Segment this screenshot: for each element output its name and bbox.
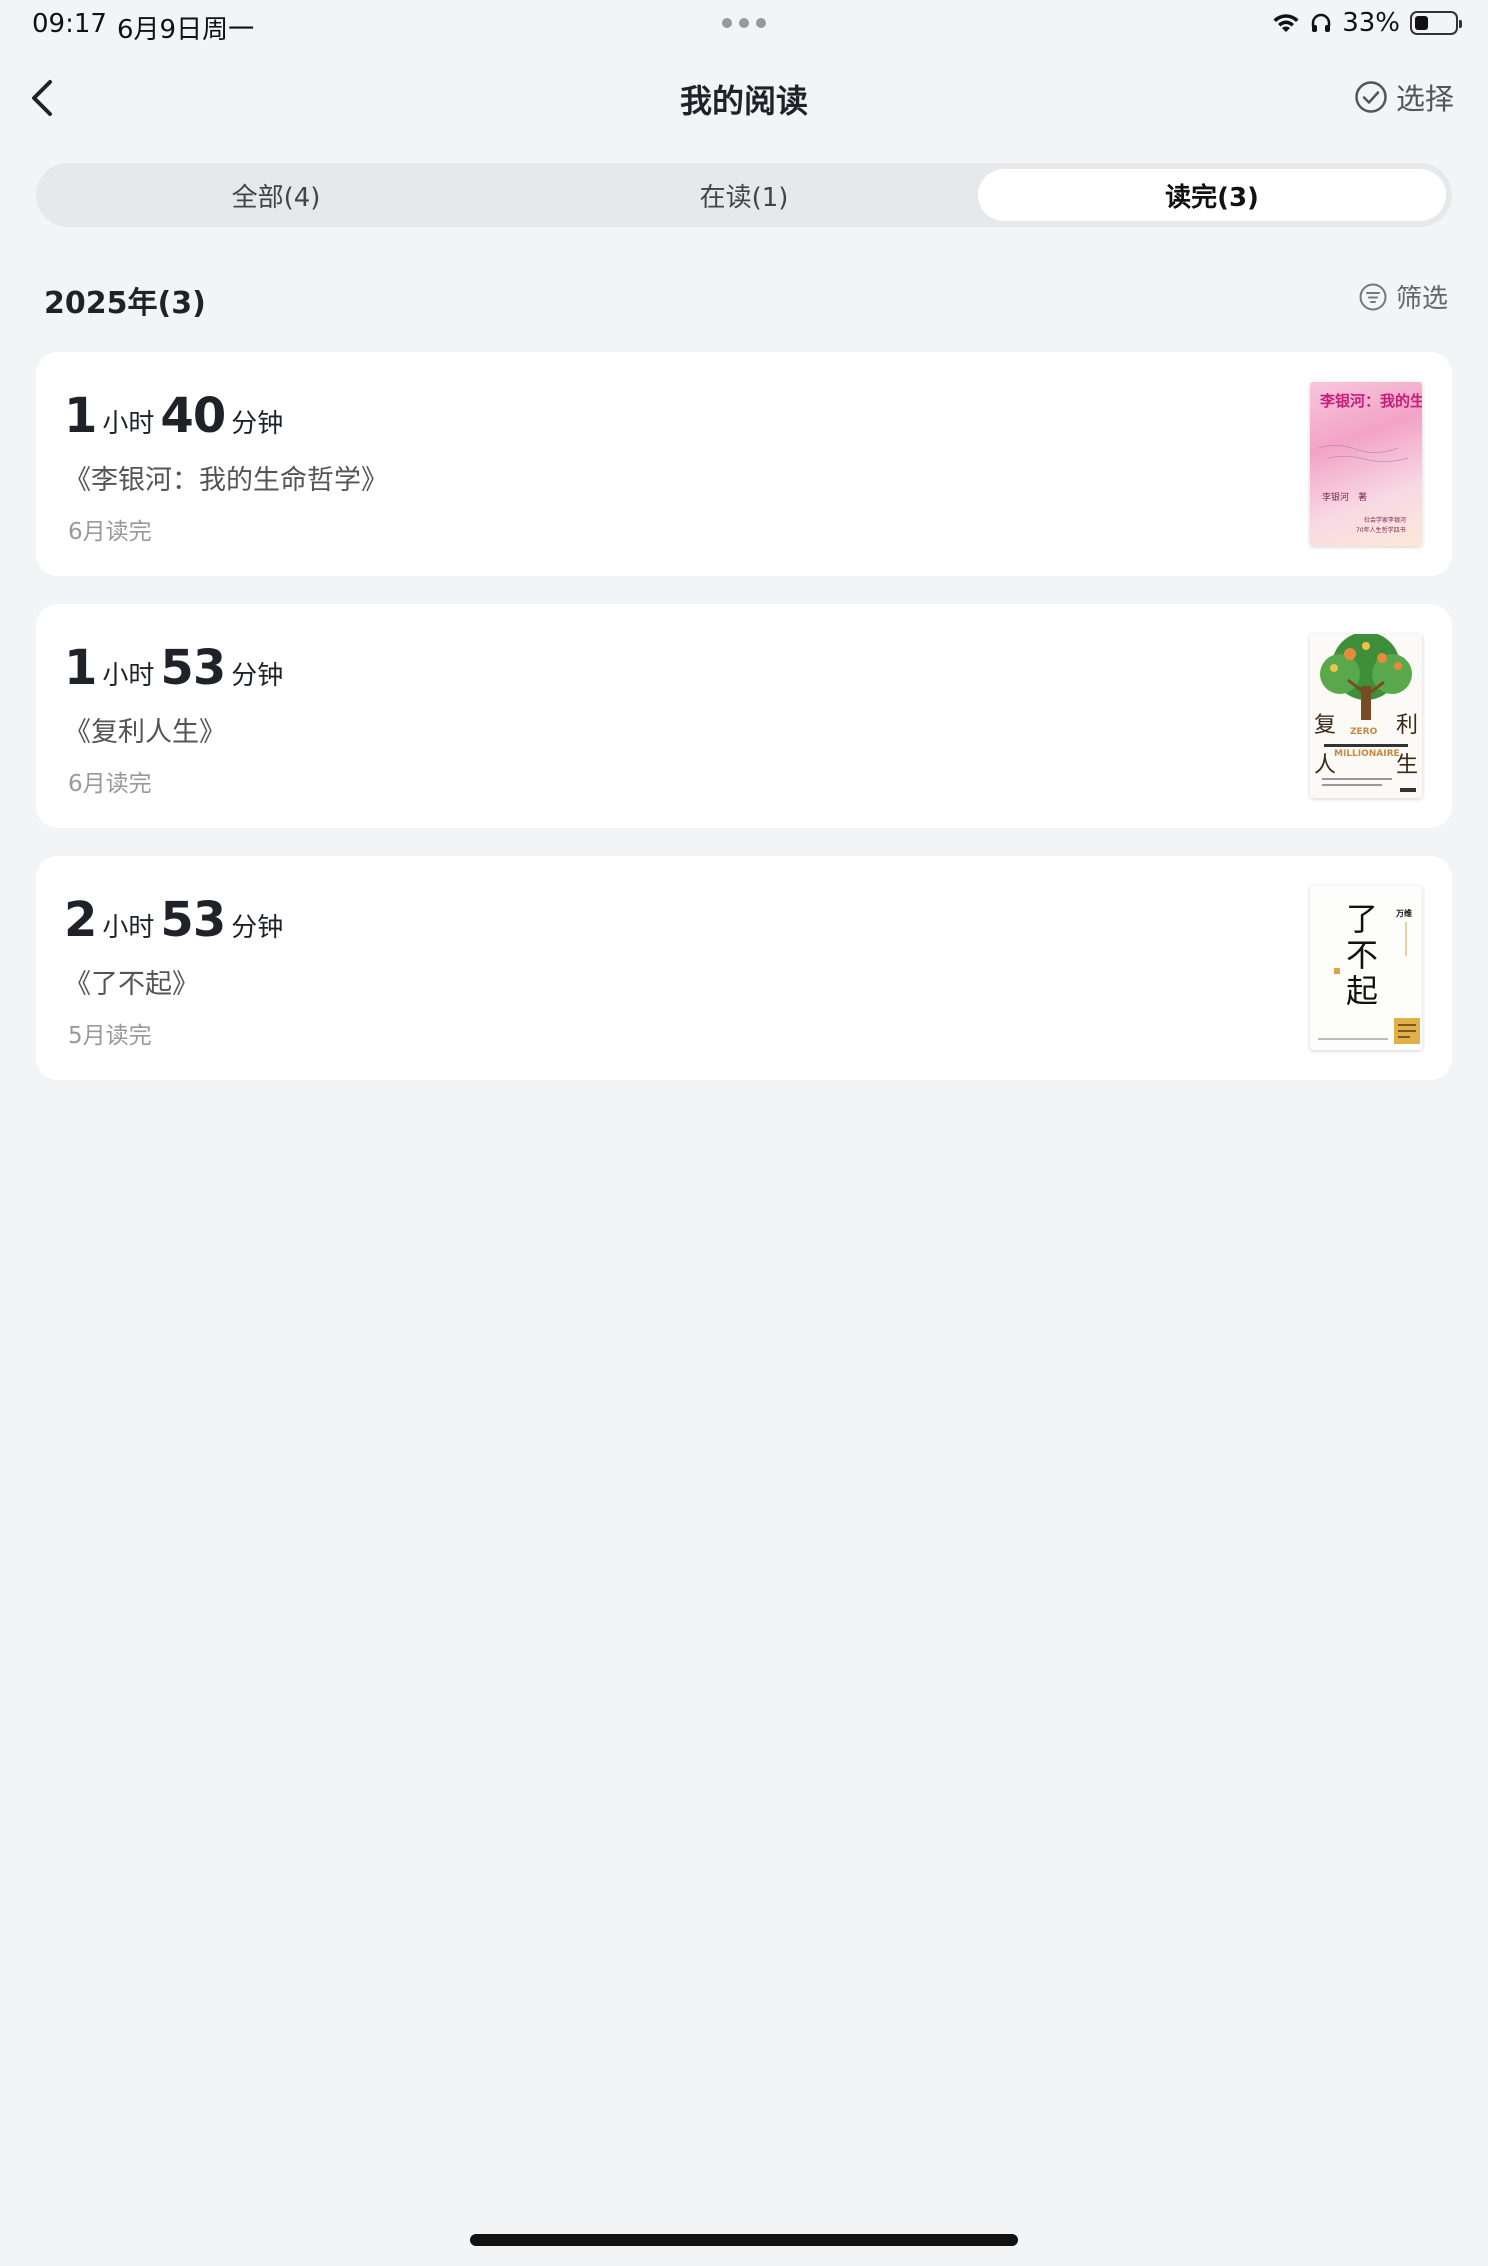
status-date: 6月9日周一 xyxy=(117,15,255,45)
finished-date: 6月读完 xyxy=(68,771,152,797)
home-indicator[interactable] xyxy=(470,2234,1018,2246)
wifi-icon xyxy=(1273,14,1299,32)
book-cover[interactable]: 李银河：我的生命哲学 李银河 著 社会学家李银河 70年人生哲学四书 xyxy=(1310,382,1422,546)
status-time: 09:17 xyxy=(32,9,107,39)
book-cover-art: 了 不 起 万维 xyxy=(1318,900,1420,1044)
status-indicators: 33% xyxy=(1272,8,1462,38)
cover-title: 李银河：我的生命哲学 xyxy=(1319,392,1422,410)
select-button[interactable]: 选择 xyxy=(1354,76,1454,118)
book-title: 《李银河：我的生命哲学》 xyxy=(64,465,388,496)
reading-duration: 1 小时 40 分钟 xyxy=(64,388,289,444)
cover-author: 李银河 著 xyxy=(1322,491,1367,503)
battery-level xyxy=(1415,16,1428,30)
finished-date: 6月读完 xyxy=(68,519,152,545)
hour-unit: 小时 xyxy=(102,913,155,943)
page-title: 我的阅读 xyxy=(679,82,808,120)
hour-unit: 小时 xyxy=(102,661,155,691)
tab-all[interactable]: 全部(4) xyxy=(42,169,510,221)
multitasking-dots-icon[interactable] xyxy=(722,18,766,28)
section-year-title: 2025年(3) xyxy=(44,286,206,321)
duration-hours: 2 xyxy=(64,892,97,948)
filter-button[interactable]: 筛选 xyxy=(1358,278,1448,315)
tab-finished[interactable]: 读完(3) xyxy=(978,169,1446,221)
duration-hours: 1 xyxy=(64,388,97,444)
cover-en: MILLIONAIRE xyxy=(1334,749,1400,759)
nav-bar: 我的阅读 选择 xyxy=(0,62,1488,134)
filter-icon xyxy=(1359,283,1387,310)
minute-unit: 分钟 xyxy=(231,409,284,439)
hour-unit: 小时 xyxy=(102,409,155,439)
cover-char: 了 xyxy=(1346,900,1378,938)
cover-char: 人 xyxy=(1314,753,1336,778)
cover-char: 利 xyxy=(1396,713,1418,738)
duration-minutes: 53 xyxy=(160,640,226,696)
book-cover-art: 李银河：我的生命哲学 李银河 著 社会学家李银河 70年人生哲学四书 xyxy=(1317,392,1422,534)
book-cover[interactable]: 了 不 起 万维 xyxy=(1310,886,1422,1050)
book-cover[interactable]: 复 利 ZERO MILLIONAIRE 人 生 xyxy=(1310,634,1422,798)
cover-char: 起 xyxy=(1346,972,1378,1010)
cover-char: 复 xyxy=(1314,713,1336,738)
check-circle-icon xyxy=(1355,81,1387,113)
reading-duration: 2 小时 53 分钟 xyxy=(64,892,289,948)
minute-unit: 分钟 xyxy=(231,661,284,691)
cover-tagline-1: 社会学家李银河 xyxy=(1364,516,1406,524)
duration-minutes: 40 xyxy=(160,388,226,444)
cover-char: 不 xyxy=(1346,936,1378,974)
select-label: 选择 xyxy=(1395,82,1454,116)
tab-reading[interactable]: 在读(1) xyxy=(510,169,978,221)
cover-author: 万维 xyxy=(1395,908,1412,918)
book-title: 《复利人生》 xyxy=(64,717,226,748)
book-title: 《了不起》 xyxy=(64,969,199,1000)
book-card[interactable]: 2 小时 53 分钟 《了不起》 5月读完 了 不 起 万维 xyxy=(36,856,1452,1080)
filter-label: 筛选 xyxy=(1395,284,1448,314)
cover-char: 生 xyxy=(1396,753,1418,778)
battery-icon xyxy=(1410,11,1462,35)
section-header: 2025年(3) 筛选 xyxy=(44,272,1448,322)
cover-tagline-2: 70年人生哲学四书 xyxy=(1356,526,1406,534)
finished-date: 5月读完 xyxy=(68,1023,152,1049)
book-card[interactable]: 1 小时 53 分钟 《复利人生》 6月读完 复 利 ZERO MILLIONA… xyxy=(36,604,1452,828)
duration-minutes: 53 xyxy=(160,892,226,948)
duration-hours: 1 xyxy=(64,640,97,696)
headphones-icon xyxy=(1311,13,1331,32)
battery-percent: 33% xyxy=(1342,8,1400,38)
cover-en: ZERO xyxy=(1350,727,1378,737)
reading-duration: 1 小时 53 分钟 xyxy=(64,640,289,696)
book-card[interactable]: 1 小时 40 分钟 《李银河：我的生命哲学》 6月读完 李银河：我的生命哲学 … xyxy=(36,352,1452,576)
book-cover-art: 复 利 ZERO MILLIONAIRE 人 生 xyxy=(1314,634,1418,792)
segmented-tabs: 全部(4) 在读(1) 读完(3) xyxy=(36,163,1452,227)
status-bar: 09:17 6月9日周一 33% xyxy=(0,0,1488,48)
minute-unit: 分钟 xyxy=(231,913,284,943)
